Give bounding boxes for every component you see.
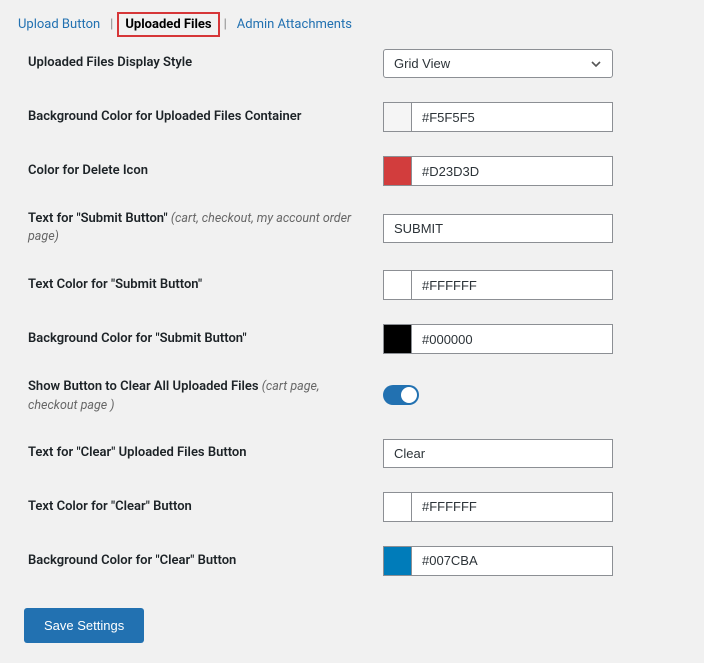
tabs-bar: Upload Button | Uploaded Files | Admin A…	[8, 8, 696, 49]
clear-text-input[interactable]	[383, 439, 613, 468]
clear-bg-color-swatch[interactable]	[384, 547, 412, 575]
clear-bg-color-input[interactable]	[412, 547, 612, 575]
label-submit-text-color: Text Color for "Submit Button"	[28, 277, 202, 292]
row-submit-text: Text for "Submit Button" (cart, checkout…	[28, 210, 676, 246]
row-bg-container: Background Color for Uploaded Files Cont…	[28, 102, 676, 132]
show-clear-btn-toggle[interactable]	[383, 385, 419, 405]
display-style-select[interactable]: Grid View	[383, 49, 613, 78]
row-display-style: Uploaded Files Display Style Grid View	[28, 49, 676, 78]
label-submit-text: Text for "Submit Button"	[28, 211, 168, 226]
tab-separator: |	[224, 17, 227, 32]
clear-text-color-field[interactable]	[383, 492, 613, 522]
label-clear-text-color: Text Color for "Clear" Button	[28, 499, 192, 514]
row-show-clear-btn: Show Button to Clear All Uploaded Files …	[28, 378, 676, 414]
tab-upload-button[interactable]: Upload Button	[12, 14, 106, 35]
tab-separator: |	[110, 17, 113, 32]
row-delete-icon: Color for Delete Icon	[28, 156, 676, 186]
label-submit-bg-color: Background Color for "Submit Button"	[28, 331, 247, 346]
submit-text-color-field[interactable]	[383, 270, 613, 300]
row-clear-text: Text for "Clear" Uploaded Files Button	[28, 439, 676, 468]
clear-bg-color-field[interactable]	[383, 546, 613, 576]
settings-form: Uploaded Files Display Style Grid View B…	[8, 49, 696, 655]
display-style-select-input[interactable]: Grid View	[384, 50, 612, 77]
delete-icon-swatch[interactable]	[384, 157, 412, 185]
toggle-knob	[401, 387, 417, 403]
submit-text-color-input[interactable]	[412, 271, 612, 299]
save-settings-button[interactable]: Save Settings	[24, 608, 144, 643]
delete-icon-input[interactable]	[412, 157, 612, 185]
submit-bg-color-swatch[interactable]	[384, 325, 412, 353]
label-delete-icon: Color for Delete Icon	[28, 163, 148, 178]
submit-text-color-swatch[interactable]	[384, 271, 412, 299]
bg-container-swatch[interactable]	[384, 103, 412, 131]
label-bg-container: Background Color for Uploaded Files Cont…	[28, 109, 301, 124]
tab-uploaded-files[interactable]: Uploaded Files	[117, 12, 219, 37]
submit-text-input[interactable]	[383, 214, 613, 243]
tab-admin-attachments[interactable]: Admin Attachments	[231, 14, 358, 35]
submit-bg-color-field[interactable]	[383, 324, 613, 354]
bg-container-color-field[interactable]	[383, 102, 613, 132]
label-clear-bg-color: Background Color for "Clear" Button	[28, 553, 236, 568]
clear-text-color-input[interactable]	[412, 493, 612, 521]
row-clear-text-color: Text Color for "Clear" Button	[28, 492, 676, 522]
label-show-clear-btn: Show Button to Clear All Uploaded Files	[28, 379, 259, 394]
row-submit-bg-color: Background Color for "Submit Button"	[28, 324, 676, 354]
label-clear-text: Text for "Clear" Uploaded Files Button	[28, 445, 247, 460]
delete-icon-color-field[interactable]	[383, 156, 613, 186]
clear-text-color-swatch[interactable]	[384, 493, 412, 521]
label-display-style: Uploaded Files Display Style	[28, 55, 192, 70]
settings-panel: Upload Button | Uploaded Files | Admin A…	[8, 8, 696, 655]
row-clear-bg-color: Background Color for "Clear" Button	[28, 546, 676, 576]
bg-container-input[interactable]	[412, 103, 612, 131]
row-submit-text-color: Text Color for "Submit Button"	[28, 270, 676, 300]
submit-bg-color-input[interactable]	[412, 325, 612, 353]
